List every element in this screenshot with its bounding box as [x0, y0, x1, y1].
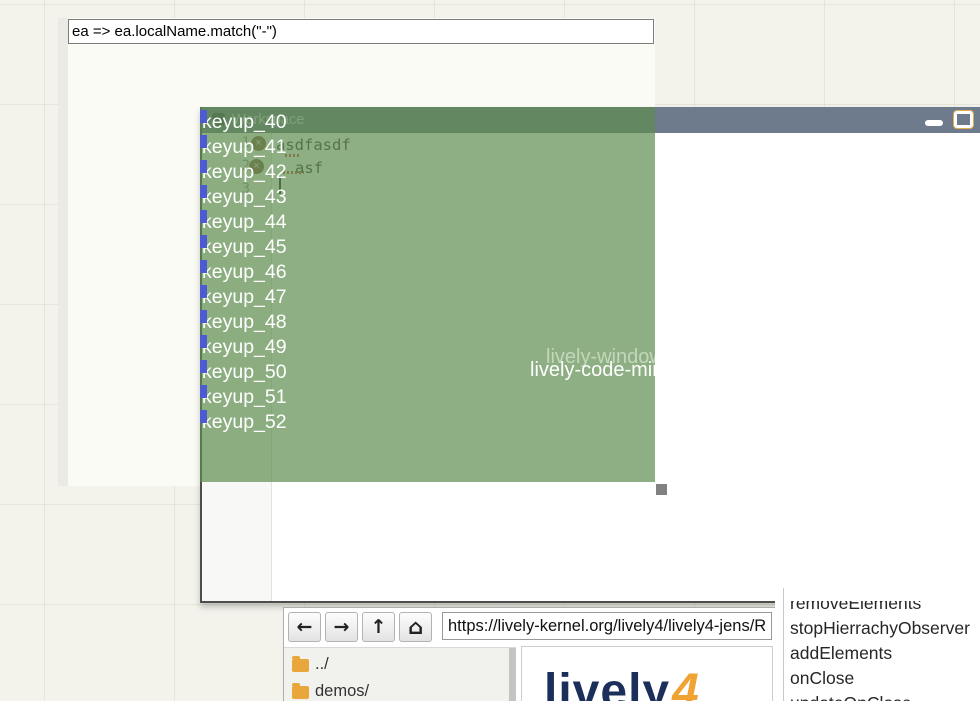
method-list-panel: removeElements stopHierrachyObserver add… — [775, 588, 980, 701]
url-input[interactable] — [442, 612, 772, 640]
keyup-label: keyup_52 — [202, 410, 287, 435]
cursor-marker-icon — [200, 310, 207, 323]
cursor-marker-icon — [200, 285, 207, 298]
cursor-marker-icon — [200, 135, 207, 148]
cursor-marker-icon — [200, 235, 207, 248]
cursor-marker-icon — [200, 210, 207, 223]
lively4-logo: lively4 — [544, 664, 700, 701]
keyup-label-list: keyup_40 keyup_41 keyup_42 keyup_43 keyu… — [202, 110, 287, 435]
keyup-label: keyup_40 — [202, 110, 287, 135]
home-button[interactable]: ⌂ — [399, 612, 432, 642]
keyup-label: keyup_41 — [202, 135, 287, 160]
method-item[interactable]: updateOnClose — [790, 693, 912, 701]
keyup-label: keyup_47 — [202, 285, 287, 310]
cursor-marker-icon — [200, 385, 207, 398]
workspace-code-input[interactable] — [68, 19, 654, 44]
cursor-marker-icon — [200, 260, 207, 273]
browser-content-pane: lively4 — [521, 646, 773, 701]
panel-clip-cover — [785, 588, 980, 601]
keyup-label: keyup_48 — [202, 310, 287, 335]
file-item-demos[interactable]: demos/ — [292, 679, 369, 701]
forward-button[interactable]: → — [325, 612, 358, 642]
lively4-logo-accent: 4 — [672, 665, 700, 701]
keyup-label: keyup_51 — [202, 385, 287, 410]
file-item-parent-dir[interactable]: ../ — [292, 652, 329, 676]
keyup-label: keyup_46 — [202, 260, 287, 285]
folder-icon — [292, 686, 309, 699]
keyup-label: keyup_42 — [202, 160, 287, 185]
back-button[interactable]: ← — [288, 612, 321, 642]
cursor-marker-icon — [200, 185, 207, 198]
folder-icon — [292, 659, 309, 672]
selection-overlay: keyup_40 keyup_41 keyup_42 keyup_43 keyu… — [200, 107, 655, 482]
resize-handle[interactable] — [656, 484, 667, 495]
panel-divider — [783, 588, 784, 701]
keyup-label: keyup_43 — [202, 185, 287, 210]
minimize-button[interactable] — [925, 120, 943, 126]
keyup-label: keyup_45 — [202, 235, 287, 260]
cursor-marker-icon — [200, 160, 207, 173]
keyup-label: keyup_50 — [202, 360, 287, 385]
scrollbar-thumb[interactable] — [509, 648, 516, 701]
keyup-label: keyup_49 — [202, 335, 287, 360]
method-item[interactable]: stopHierrachyObserver — [790, 618, 970, 639]
method-item[interactable]: addElements — [790, 643, 892, 664]
cursor-marker-icon — [200, 110, 207, 123]
halo-label-lively-code-mirror: lively-code-mirror — [530, 359, 655, 382]
method-item[interactable]: onClose — [790, 668, 854, 689]
up-button[interactable]: ↑ — [362, 612, 395, 642]
file-list-pane: ../ demos/ — [284, 647, 516, 701]
cursor-marker-icon — [200, 335, 207, 348]
maximize-button[interactable] — [954, 111, 973, 128]
file-browser-window: ← → ↑ ⌂ ../ demos/ lively4 — [283, 607, 775, 701]
cursor-marker-icon — [200, 410, 207, 423]
cursor-marker-icon — [200, 360, 207, 373]
keyup-label: keyup_44 — [202, 210, 287, 235]
